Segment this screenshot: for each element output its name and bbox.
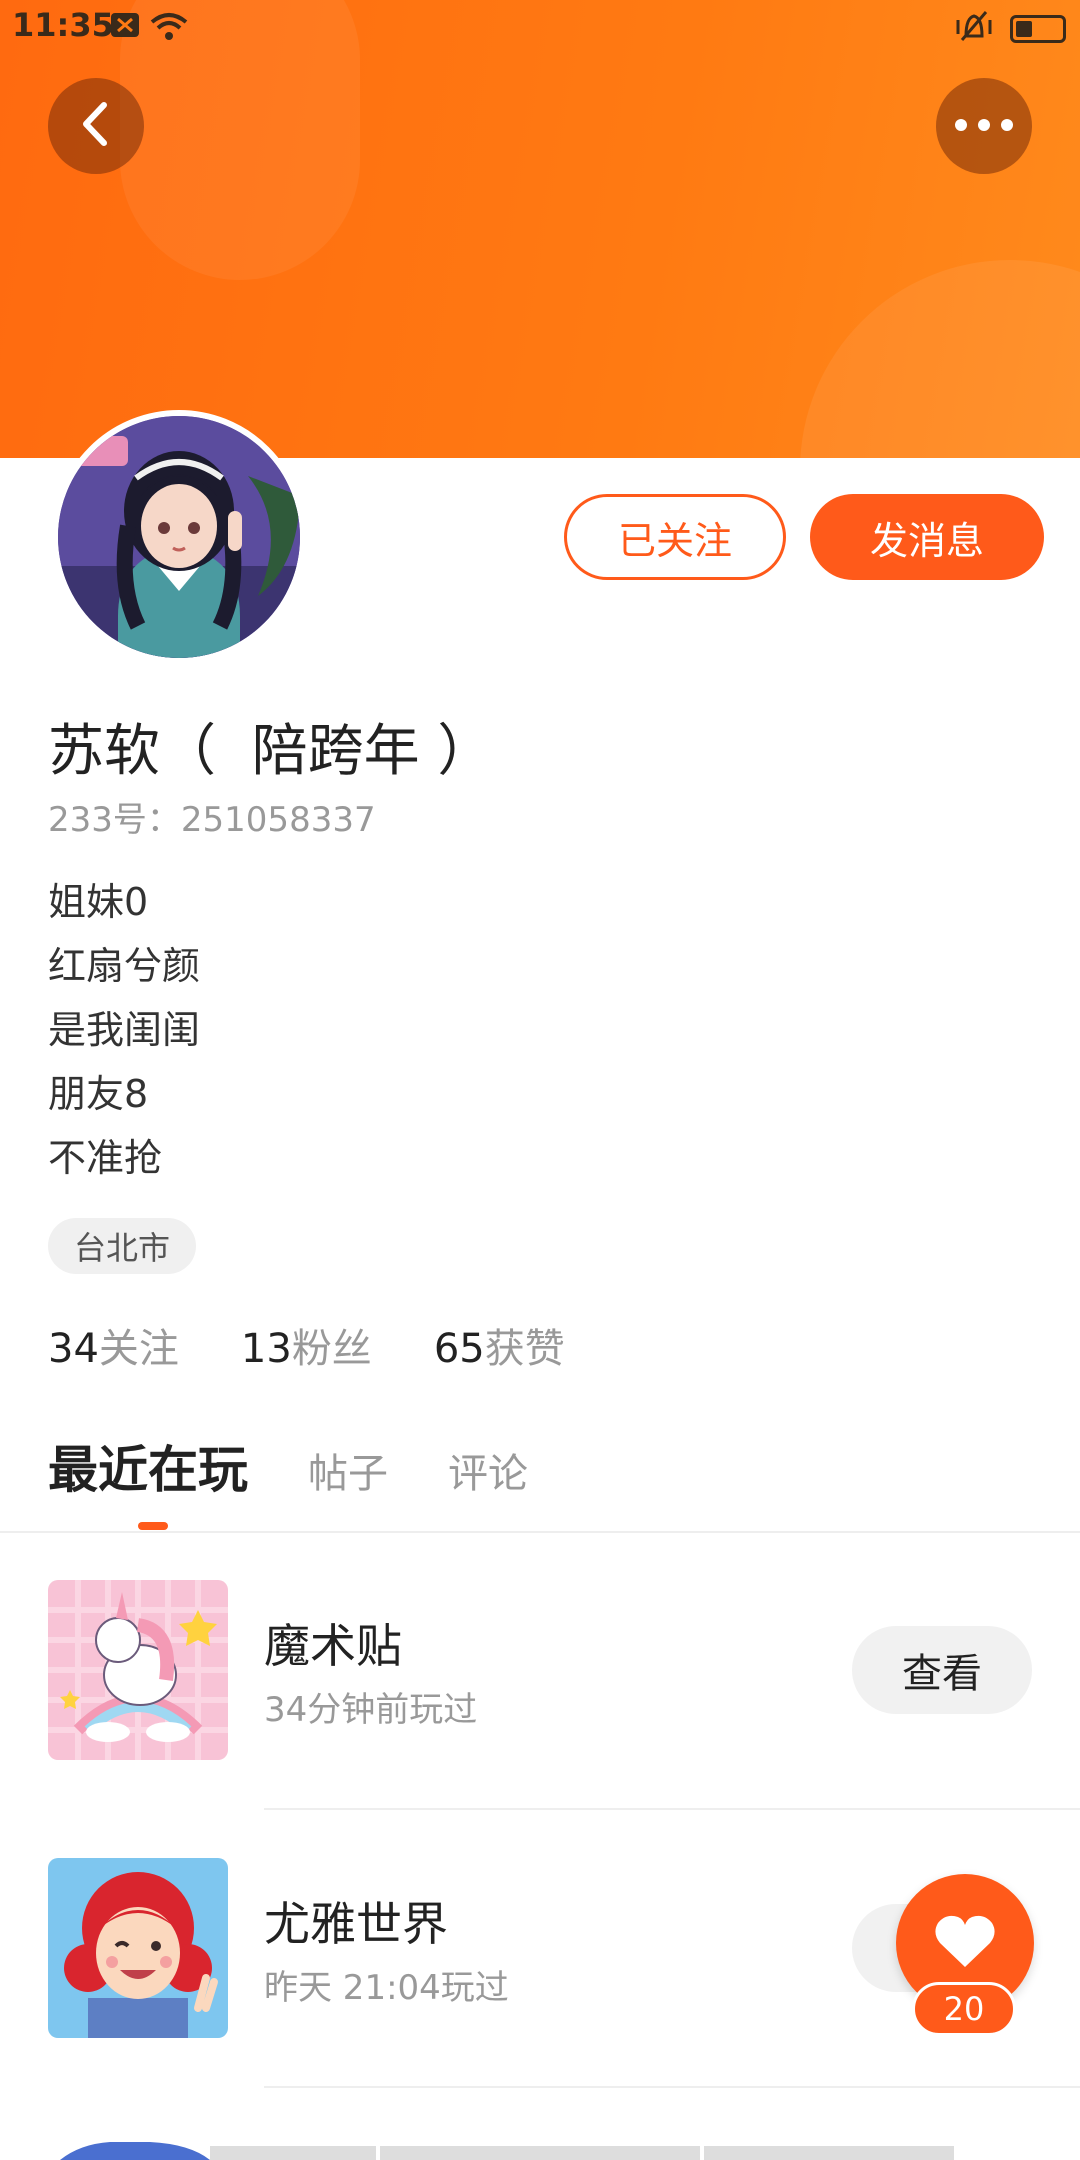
vibrate-mute-icon (954, 10, 994, 48)
fans-stat[interactable]: 13粉丝 (241, 1316, 372, 1374)
game-title: 尤雅世界 (264, 1897, 448, 1951)
status-bar: 11:35 (0, 0, 1080, 60)
game-title: 魔术贴 (264, 1619, 402, 1673)
bio: 姐妹0 红扇兮颜 是我闺闺 朋友8 不准抢 (48, 870, 200, 1190)
heart-icon (934, 1913, 996, 1973)
following-label: 关注 (98, 1326, 179, 1372)
tabs-divider (0, 1531, 1080, 1533)
game-icon-girl (48, 1858, 228, 2038)
wifi-icon (150, 12, 188, 46)
bio-line: 是我闺闺 (48, 1008, 201, 1052)
user-id-label: 233号： (48, 800, 181, 840)
bio-line: 不准抢 (48, 1136, 163, 1180)
username: 苏软（ 陪跨年 ） (48, 719, 494, 784)
tab-comments[interactable]: 评论 (448, 1441, 528, 1499)
list-divider (264, 1808, 1080, 1810)
send-message-button[interactable]: 发消息 (810, 494, 1044, 580)
status-time: 11:35 (12, 6, 114, 44)
likes-label: 获赞 (484, 1326, 565, 1372)
avatar[interactable] (52, 410, 306, 664)
more-dots-icon (954, 117, 1014, 136)
back-button[interactable] (48, 78, 144, 174)
following-stat[interactable]: 34关注 (48, 1316, 179, 1374)
banner-decoration (800, 260, 1080, 458)
bio-line: 朋友8 (48, 1072, 149, 1116)
game-played-time: 昨天 21:04玩过 (264, 1968, 509, 2008)
likes-count: 65 (433, 1326, 485, 1372)
active-tab-indicator (138, 1522, 168, 1530)
fans-label: 粉丝 (291, 1326, 372, 1372)
tab-posts[interactable]: 帖子 (308, 1441, 388, 1499)
game-played-time: 34分钟前玩过 (264, 1690, 478, 1730)
bio-line: 红扇兮颜 (48, 944, 201, 988)
location-badge: 台北市 (48, 1218, 197, 1274)
like-count-badge: 20 (912, 1982, 1016, 2036)
profile-tabs: 最近在玩 帖子 评论 (48, 1430, 528, 1502)
user-id: 233号：251058337 (48, 792, 376, 841)
likes-stat[interactable]: 65获赞 (434, 1316, 565, 1374)
list-item[interactable]: 魔术贴 34分钟前玩过 查看 (0, 1580, 1080, 1760)
game-icon-unicorn (48, 1580, 228, 1760)
following-button[interactable]: 已关注 (564, 494, 786, 580)
following-count: 34 (48, 1326, 99, 1372)
view-button[interactable]: 查看 (852, 1626, 1032, 1714)
list-divider (264, 2086, 1080, 2088)
profile-banner (0, 0, 1080, 458)
profile-stats: 34关注 13粉丝 65获赞 (48, 1316, 565, 1374)
tab-recently-played[interactable]: 最近在玩 (48, 1430, 248, 1502)
chevron-left-icon (76, 99, 116, 153)
fans-count: 13 (240, 1326, 292, 1372)
user-id-value: 251058337 (180, 800, 376, 840)
bio-line: 姐妹0 (48, 880, 149, 924)
avatar-illustration (58, 416, 300, 658)
list-item-peek (0, 2140, 1080, 2160)
notification-icon (110, 12, 140, 46)
more-options-button[interactable] (936, 78, 1032, 174)
battery-icon (1010, 15, 1066, 43)
